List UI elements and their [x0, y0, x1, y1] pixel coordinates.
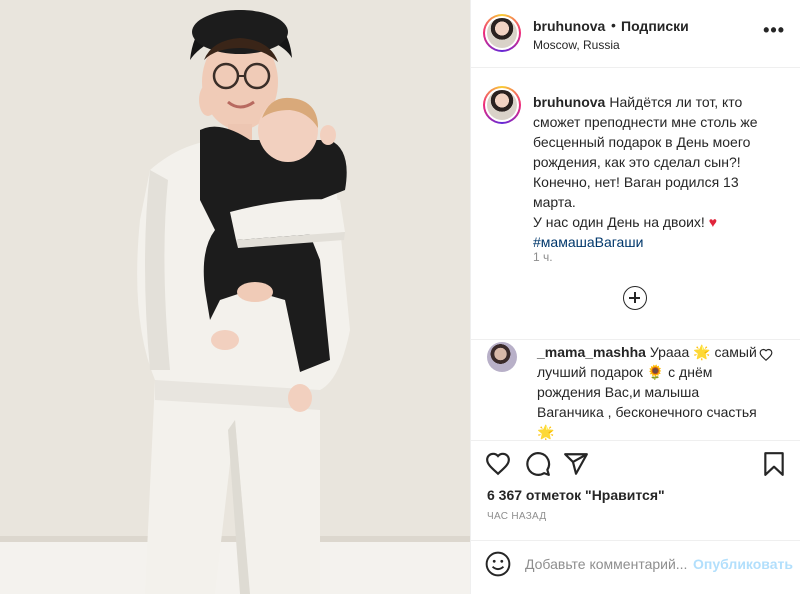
comment-body-part1: Урааа	[649, 344, 690, 360]
location-link[interactable]: Moscow, Russia	[533, 38, 620, 52]
star-emoji-icon: 🌟	[693, 344, 711, 360]
caption-timestamp: 1 ч.	[533, 250, 553, 264]
caption-username[interactable]: bruhunova	[533, 94, 605, 110]
heart-outline-icon[interactable]	[485, 451, 511, 477]
actions-bar: 6 367 отметок "Нравится" ЧАС НАЗАД	[471, 440, 800, 540]
following-button[interactable]: Подписки	[621, 18, 689, 34]
comment-icon[interactable]	[525, 451, 551, 477]
caption-body-line2: У нас один День на двоих!	[533, 214, 705, 230]
flower-emoji-icon: 🌻	[646, 364, 665, 380]
red-heart-icon: ♥	[708, 214, 718, 230]
comment-text: _mama_mashha Урааа 🌟 самый лучший подаро…	[537, 342, 761, 442]
post-sidebar: bruhunova • Подписки Moscow, Russia ••• …	[470, 0, 800, 594]
caption-section: bruhunova Найдётся ли тот, кто сможет пре…	[471, 68, 800, 340]
post-timestamp: ЧАС НАЗАД	[487, 511, 547, 522]
caption-author-avatar[interactable]	[483, 86, 521, 124]
post-photo[interactable]	[0, 0, 470, 594]
bookmark-icon[interactable]	[761, 451, 787, 477]
likes-count[interactable]: 6 367 отметок "Нравится"	[487, 487, 665, 503]
post-image	[0, 0, 470, 594]
comment-input[interactable]	[525, 549, 687, 579]
caption-text: bruhunova Найдётся ли тот, кто сможет пре…	[533, 92, 785, 252]
plus-circle-icon[interactable]	[623, 286, 647, 310]
separator-dot: •	[611, 17, 616, 33]
author-username[interactable]: bruhunova	[533, 18, 605, 34]
add-comment-bar: Опубликовать	[471, 540, 800, 594]
comment-like-icon[interactable]	[759, 348, 773, 362]
caption-body: Найдётся ли тот, кто сможет преподнести …	[533, 94, 758, 210]
commenter-username[interactable]: _mama_mashha	[537, 344, 646, 360]
commenter-avatar[interactable]	[487, 342, 517, 372]
comment-item: _mama_mashha Урааа 🌟 самый лучший подаро…	[471, 340, 800, 440]
share-icon[interactable]	[563, 451, 589, 477]
post-header: bruhunova • Подписки Moscow, Russia •••	[471, 0, 800, 68]
hashtag-link[interactable]: #мамашаВагаши	[533, 232, 643, 252]
star-emoji-icon-2: 🌟	[537, 424, 555, 440]
publish-button[interactable]: Опубликовать	[693, 556, 793, 572]
more-icon[interactable]: •••	[763, 20, 785, 41]
author-avatar[interactable]	[483, 14, 521, 52]
emoji-icon[interactable]	[485, 551, 511, 577]
